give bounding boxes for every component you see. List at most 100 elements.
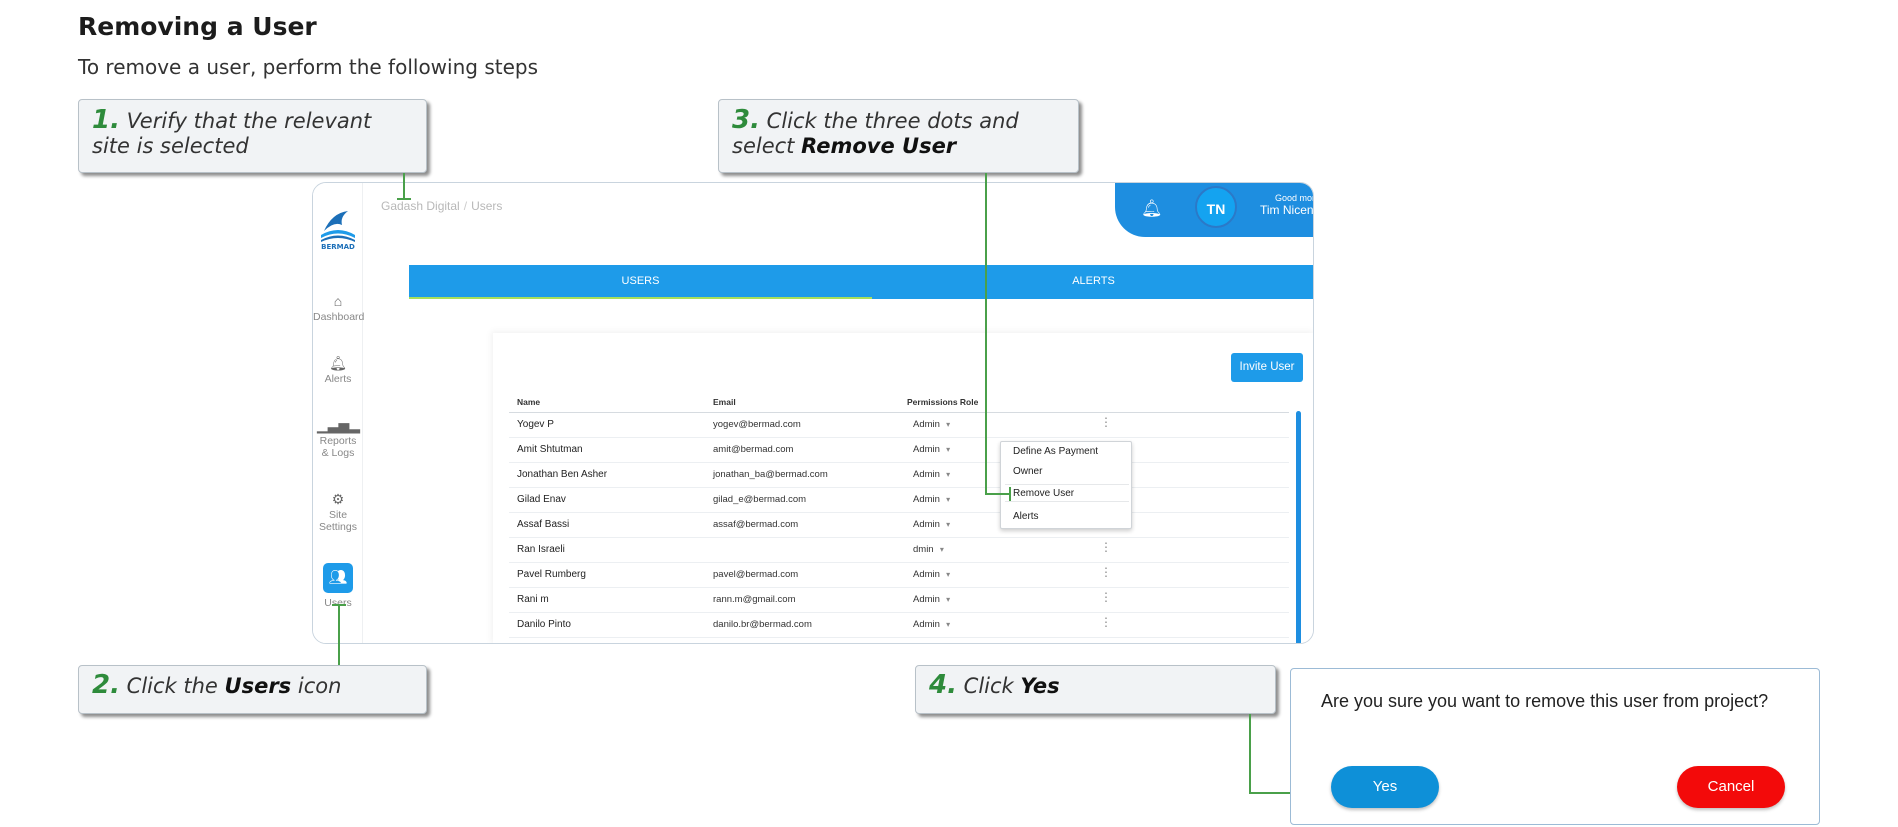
sidebar-item-label: Alerts xyxy=(324,373,352,385)
cell-email: pavel@bermad.com xyxy=(713,569,799,580)
cell-name: Assaf Bassi xyxy=(517,519,570,530)
row-menu-dots-icon[interactable]: ⋮ xyxy=(1100,565,1112,579)
table-row[interactable]: Danilo Pinto danilo.br@bermad.com Admin ⋮ xyxy=(509,613,1289,638)
row-menu-dots-icon[interactable]: ⋮ xyxy=(1100,590,1112,604)
step-text: Click xyxy=(963,674,1014,698)
cell-email: yogev@bermad.com xyxy=(713,419,801,430)
page-title: Removing a User xyxy=(78,12,317,41)
logo-text: BERMAD xyxy=(321,243,355,251)
cancel-button[interactable]: Cancel xyxy=(1677,766,1785,808)
step-text: Click the xyxy=(126,674,218,698)
breadcrumb-page: Users xyxy=(471,199,503,213)
cell-email: gilad_e@bermad.com xyxy=(713,494,807,505)
sidebar-item-label: Reports & Logs xyxy=(319,435,357,459)
leader-line-step-3-h xyxy=(985,493,1010,495)
step-bold-text: Yes xyxy=(1020,674,1060,698)
cell-email: danilo.br@bermad.com xyxy=(713,619,812,630)
table-row[interactable]: Assaf Bassi assaf@bermad.com Admin xyxy=(509,513,1289,538)
step-4-callout: 4. Click Yes xyxy=(915,665,1276,714)
sidebar-item-users[interactable]: 👥︎ Users xyxy=(313,563,363,609)
user-name: Tim Nicen xyxy=(1260,203,1314,217)
column-header-role: Permissions Role xyxy=(907,397,979,407)
tab-alerts[interactable]: ALERTS xyxy=(872,265,1313,299)
cell-name: Gilad Enav xyxy=(517,494,566,505)
table-row[interactable]: Yogev P yogev@bermad.com Admin ⋮ xyxy=(509,413,1289,438)
app-screenshot: BERMAD ⌂ Dashboard 🔔︎ Alerts ▁▃▅▂ Report… xyxy=(312,182,1314,644)
sidebar-item-label: Dashboard xyxy=(313,311,365,323)
users-icon: 👥︎ xyxy=(323,563,353,593)
bar-chart-icon: ▁▃▅▂ xyxy=(317,417,361,433)
step-number: 1. xyxy=(92,105,120,135)
yes-button[interactable]: Yes xyxy=(1331,766,1439,808)
table-row[interactable]: Gilad Enav gilad_e@bermad.com Admin xyxy=(509,488,1289,513)
menu-item-owner[interactable]: Owner xyxy=(1013,466,1042,477)
role-dropdown[interactable]: Admin xyxy=(913,569,950,580)
cell-name: Jonathan Ben Asher xyxy=(517,469,608,480)
row-menu-dots-icon[interactable]: ⋮ xyxy=(1100,540,1112,554)
page-subtitle: To remove a user, perform the following … xyxy=(78,55,539,79)
tab-users[interactable]: USERS xyxy=(409,265,872,299)
role-dropdown[interactable]: Admin xyxy=(913,469,950,480)
greeting-text: Good morn xyxy=(1274,193,1313,203)
step-number: 2. xyxy=(92,670,120,700)
notification-bell-icon[interactable]: 🔔︎ xyxy=(1141,199,1163,219)
cell-email: amit@bermad.com xyxy=(713,444,794,455)
role-dropdown[interactable]: Admin xyxy=(913,419,950,430)
dialog-message: Are you sure you want to remove this use… xyxy=(1321,691,1769,711)
table-row[interactable]: Jonathan Ben Asher jonathan_ba@bermad.com… xyxy=(509,463,1289,488)
step-number: 3. xyxy=(732,105,760,135)
role-dropdown[interactable]: Admin xyxy=(913,619,950,630)
avatar[interactable]: TN xyxy=(1195,186,1237,228)
step-text: Verify that the relevant site is selecte… xyxy=(92,109,372,158)
leader-line-step-2-tick xyxy=(332,604,346,606)
table-row[interactable]: Pavel Rumberg pavel@bermad.com Admin ⋮ xyxy=(509,563,1289,588)
cell-email: rann.m@gmail.com xyxy=(713,594,796,605)
role-dropdown[interactable]: Admin xyxy=(913,444,950,455)
row-menu-dots-icon[interactable]: ⋮ xyxy=(1100,415,1112,429)
breadcrumb-site[interactable]: Gadash Digital xyxy=(381,199,460,213)
table-row[interactable]: Amit Shtutman amit@bermad.com Admin xyxy=(509,438,1289,463)
role-dropdown[interactable]: dmin xyxy=(913,544,944,555)
role-dropdown[interactable]: Admin xyxy=(913,594,950,605)
step-bold-text: Users xyxy=(224,674,292,698)
bermad-logo: BERMAD xyxy=(321,211,355,251)
leader-line-step-4 xyxy=(1249,714,1251,794)
step-number: 4. xyxy=(929,670,957,700)
sidebar-item-reports[interactable]: ▁▃▅▂ Reports & Logs xyxy=(313,417,363,459)
step-1-callout: 1. Verify that the relevant site is sele… xyxy=(78,99,427,173)
scrollbar[interactable] xyxy=(1296,411,1301,643)
bell-icon: 🔔︎ xyxy=(329,355,347,371)
table-row[interactable]: Ran Israeli dmin ⋮ xyxy=(509,538,1289,563)
tab-bar: USERS ALERTS xyxy=(409,265,1313,299)
row-context-menu: Define As Payment Owner Remove User Aler… xyxy=(1000,441,1132,529)
role-dropdown[interactable]: Admin xyxy=(913,494,950,505)
row-menu-dots-icon[interactable]: ⋮ xyxy=(1100,615,1112,629)
menu-item-remove-user[interactable]: Remove User xyxy=(1013,488,1074,499)
column-header-name: Name xyxy=(517,397,541,407)
leader-line-step-1 xyxy=(403,173,405,199)
role-dropdown[interactable]: Admin xyxy=(913,519,950,530)
step-3-callout: 3. Click the three dots and select Remov… xyxy=(718,99,1079,173)
gear-icon: ⚙ xyxy=(331,491,345,507)
sidebar-item-label: Site Settings xyxy=(319,509,357,533)
leader-line-step-1-tick xyxy=(397,198,411,200)
cell-email: assaf@bermad.com xyxy=(713,519,799,530)
table-row[interactable]: Rani m rann.m@gmail.com Admin ⋮ xyxy=(509,588,1289,613)
cell-name: Amit Shtutman xyxy=(517,444,583,455)
invite-user-button[interactable]: Invite User xyxy=(1231,353,1303,382)
home-icon: ⌂ xyxy=(333,293,343,309)
menu-item-alerts[interactable]: Alerts xyxy=(1013,511,1039,522)
step-2-callout: 2. Click the Users icon xyxy=(78,665,427,714)
cell-name: Danilo Pinto xyxy=(517,619,571,630)
menu-item-define-as-payment[interactable]: Define As Payment xyxy=(1013,446,1098,457)
column-header-email: Email xyxy=(713,397,736,407)
breadcrumb: Gadash Digital / Users xyxy=(381,199,503,213)
sidebar-item-site-settings[interactable]: ⚙ Site Settings xyxy=(313,491,363,533)
sidebar-item-alerts[interactable]: 🔔︎ Alerts xyxy=(313,355,363,385)
leader-line-step-3-tick xyxy=(1009,487,1011,501)
sidebar-item-dashboard[interactable]: ⌂ Dashboard xyxy=(313,293,365,323)
cell-email: jonathan_ba@bermad.com xyxy=(713,469,828,480)
cell-name: Yogev P xyxy=(517,419,554,430)
header-user-area: 🔔︎ TN Good morn Tim Nicen xyxy=(1115,183,1314,237)
cell-name: Rani m xyxy=(517,594,549,605)
